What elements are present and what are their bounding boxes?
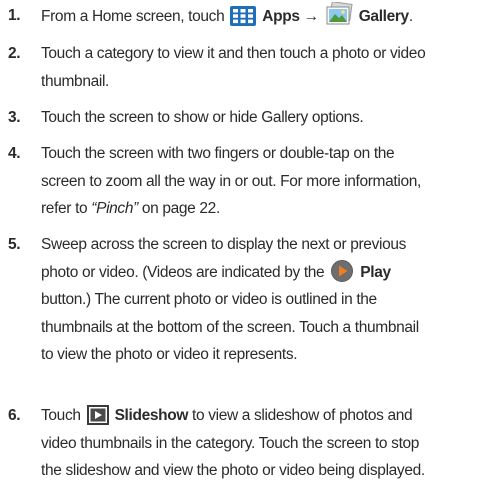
step-number: 1. (8, 7, 21, 24)
arrow-glyph: → (303, 8, 320, 25)
step-line: Touch the screen with two fingers or dou… (41, 145, 395, 162)
step-line: the slideshow and view the photo or vide… (41, 462, 425, 479)
step-number: 4. (8, 145, 21, 162)
step-text: Touch the screen to show or hide Gallery… (41, 104, 471, 132)
play-label: Play (360, 263, 391, 281)
step-number: 2. (8, 45, 21, 62)
step-line: thumbnail. (41, 72, 110, 90)
step-line: Sweep across the screen to display the n… (41, 236, 407, 253)
step-line-text: photo or video. (Videos are indicated by… (41, 263, 325, 281)
step-line: to view the photo or video it represents… (41, 346, 298, 363)
step-text: Sweep across the screen to display the n… (41, 231, 471, 369)
step-line: button.) The current photo or video is o… (41, 291, 377, 308)
step-line: refer to “Pinch” on page 22. (41, 195, 471, 223)
step-number: 5. (8, 236, 21, 253)
gallery-photo-icon (325, 1, 353, 36)
step-text: Touch a category to view it and then tou… (41, 40, 471, 95)
step-number: 6. (8, 407, 21, 424)
apps-grid-icon (230, 6, 257, 36)
step-line-text: Touch (41, 407, 81, 424)
step-number: 3. (8, 109, 21, 126)
cross-reference-link[interactable]: “Pinch” (91, 200, 138, 217)
step-text: Touch Slideshow to view a slideshow of p… (41, 402, 471, 485)
period: . (408, 8, 413, 25)
step-1-text: From a Home screen, touch (41, 8, 225, 25)
ref-suffix: on page 22. (137, 200, 220, 217)
step-line: thumbnails at the bottom of the screen. … (41, 318, 419, 336)
slideshow-label: Slideshow (114, 407, 189, 424)
step-line: Touch a category to view it and then tou… (41, 45, 426, 62)
ref-prefix: refer to (41, 200, 92, 217)
apps-label: Apps (262, 8, 300, 25)
step-text: From a Home screen, touch Apps → Gallery… (41, 1, 471, 36)
step-line: photo or video. (Videos are indicated by… (41, 259, 471, 287)
step-line: screen to zoom all the way in or out. Fo… (41, 172, 421, 190)
step-text: Touch the screen with two fingers or dou… (41, 140, 471, 223)
step-line-text: to view a slideshow of photos and (192, 407, 413, 424)
step-line: video thumbnails in the category. Touch … (41, 434, 420, 452)
step-line: Touch the screen to show or hide Gallery… (41, 109, 364, 126)
gallery-label: Gallery (358, 8, 409, 25)
instructions-page: 1. From a Home screen, touch Apps → Gall… (0, 0, 477, 485)
step-line: Touch Slideshow to view a slideshow of p… (41, 402, 471, 430)
